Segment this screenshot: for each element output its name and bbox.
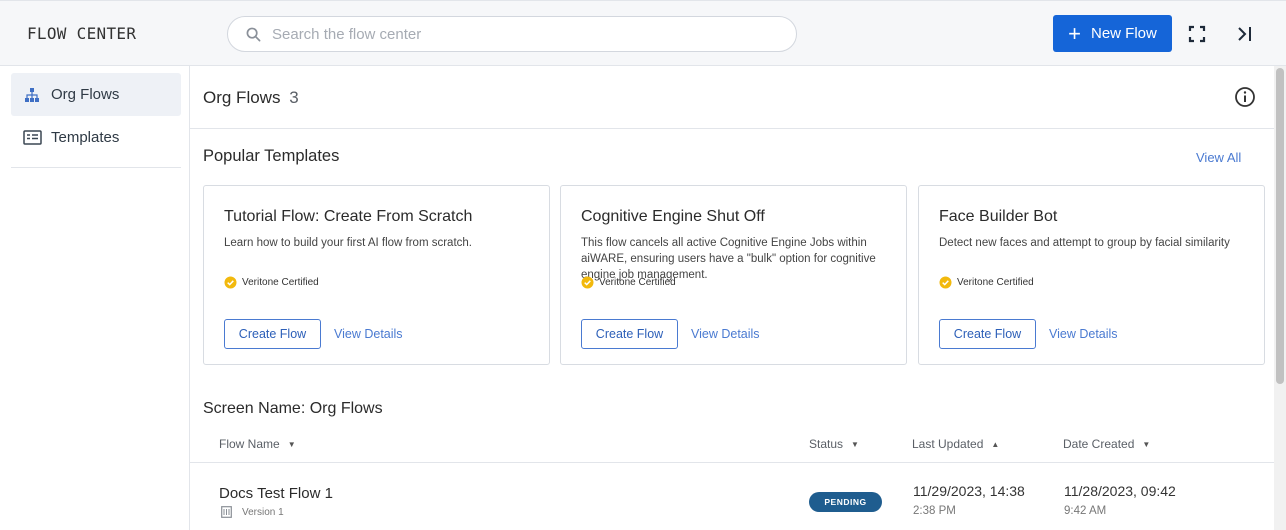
table-divider [190, 462, 1274, 463]
org-flows-header: Org Flows 3 [190, 66, 1274, 129]
card-description: Learn how to build your first AI flow fr… [224, 237, 472, 249]
sort-up-icon: ▲ [991, 439, 1000, 449]
new-flow-label: New Flow [1091, 25, 1157, 42]
create-flow-button[interactable]: Create Flow [581, 319, 678, 349]
certified-label: Veritone Certified [599, 277, 676, 288]
sidebar-item-org-flows[interactable]: Org Flows [11, 73, 181, 116]
date-created-date: 11/28/2023, 09:42 [1064, 483, 1176, 499]
view-all-link[interactable]: View All [1196, 150, 1241, 165]
version-label: Version 1 [242, 506, 284, 518]
sort-down-icon: ▼ [287, 439, 296, 449]
app-header: FLOW CENTER + New Flow [0, 0, 1286, 66]
certified-badge: Veritone Certified [581, 276, 676, 289]
sidebar-item-label: Templates [51, 129, 120, 146]
template-card: Face Builder Bot Detect new faces and at… [918, 185, 1265, 365]
view-details-link[interactable]: View Details [334, 327, 403, 341]
search-box[interactable] [227, 16, 797, 52]
certified-label: Veritone Certified [957, 277, 1034, 288]
scrollbar-thumb[interactable] [1276, 68, 1284, 384]
certified-check-icon [581, 276, 594, 289]
sidebar: Org Flows Templates [0, 66, 190, 530]
card-title: Cognitive Engine Shut Off [581, 208, 765, 225]
last-updated-date: 11/29/2023, 14:38 [913, 483, 1025, 499]
org-chart-icon [22, 85, 42, 105]
certified-check-icon [224, 276, 237, 289]
template-icon [22, 128, 42, 148]
last-updated-time: 2:38 PM [913, 505, 956, 517]
version-icon [221, 506, 232, 518]
info-icon[interactable] [1234, 86, 1256, 108]
card-title: Face Builder Bot [939, 208, 1058, 225]
sidebar-divider [11, 167, 181, 168]
main-content: Org Flows 3 Popular Templates View All T… [190, 66, 1274, 530]
app-title: FLOW CENTER [27, 24, 137, 43]
popular-templates-title: Popular Templates [203, 147, 340, 165]
screen-name-title: Screen Name: Org Flows [203, 400, 383, 417]
main-scrollbar[interactable] [1274, 66, 1286, 530]
template-card: Cognitive Engine Shut Off This flow canc… [560, 185, 907, 365]
sidebar-item-templates[interactable]: Templates [11, 116, 181, 159]
plus-icon: + [1068, 20, 1081, 46]
column-header-label: Status [809, 437, 844, 451]
certified-badge: Veritone Certified [939, 276, 1034, 289]
status-badge: PENDING [809, 492, 882, 512]
sort-down-icon: ▼ [1142, 439, 1151, 449]
column-header-last-updated[interactable]: Last Updated ▲ [912, 437, 999, 451]
column-header-date-created[interactable]: Date Created ▼ [1063, 437, 1150, 451]
certified-label: Veritone Certified [242, 277, 319, 288]
date-created-time: 9:42 AM [1064, 505, 1107, 517]
page-title-text: Org Flows [203, 88, 281, 107]
card-description: Detect new faces and attempt to group by… [939, 237, 1230, 249]
fullscreen-icon[interactable] [1188, 25, 1206, 43]
view-details-link[interactable]: View Details [691, 327, 760, 341]
column-header-flow-name[interactable]: Flow Name ▼ [219, 437, 296, 451]
certified-check-icon [939, 276, 952, 289]
create-flow-button[interactable]: Create Flow [224, 319, 321, 349]
new-flow-button[interactable]: + New Flow [1053, 15, 1172, 52]
search-icon [246, 27, 261, 42]
flow-name[interactable]: Docs Test Flow 1 [219, 485, 333, 502]
create-flow-button[interactable]: Create Flow [939, 319, 1036, 349]
column-header-status[interactable]: Status ▼ [809, 437, 859, 451]
card-title: Tutorial Flow: Create From Scratch [224, 208, 473, 225]
sort-down-icon: ▼ [851, 439, 859, 449]
sidebar-item-label: Org Flows [51, 86, 120, 103]
flow-version: Version 1 [221, 506, 284, 518]
view-details-link[interactable]: View Details [1049, 327, 1118, 341]
flow-count: 3 [289, 88, 299, 107]
collapse-panel-icon[interactable] [1236, 25, 1254, 43]
column-header-label: Flow Name [219, 437, 280, 451]
template-card: Tutorial Flow: Create From Scratch Learn… [203, 185, 550, 365]
column-header-label: Last Updated [912, 437, 984, 451]
column-header-label: Date Created [1063, 437, 1135, 451]
page-title: Org Flows 3 [203, 88, 299, 108]
certified-badge: Veritone Certified [224, 276, 319, 289]
search-input[interactable] [272, 23, 772, 45]
